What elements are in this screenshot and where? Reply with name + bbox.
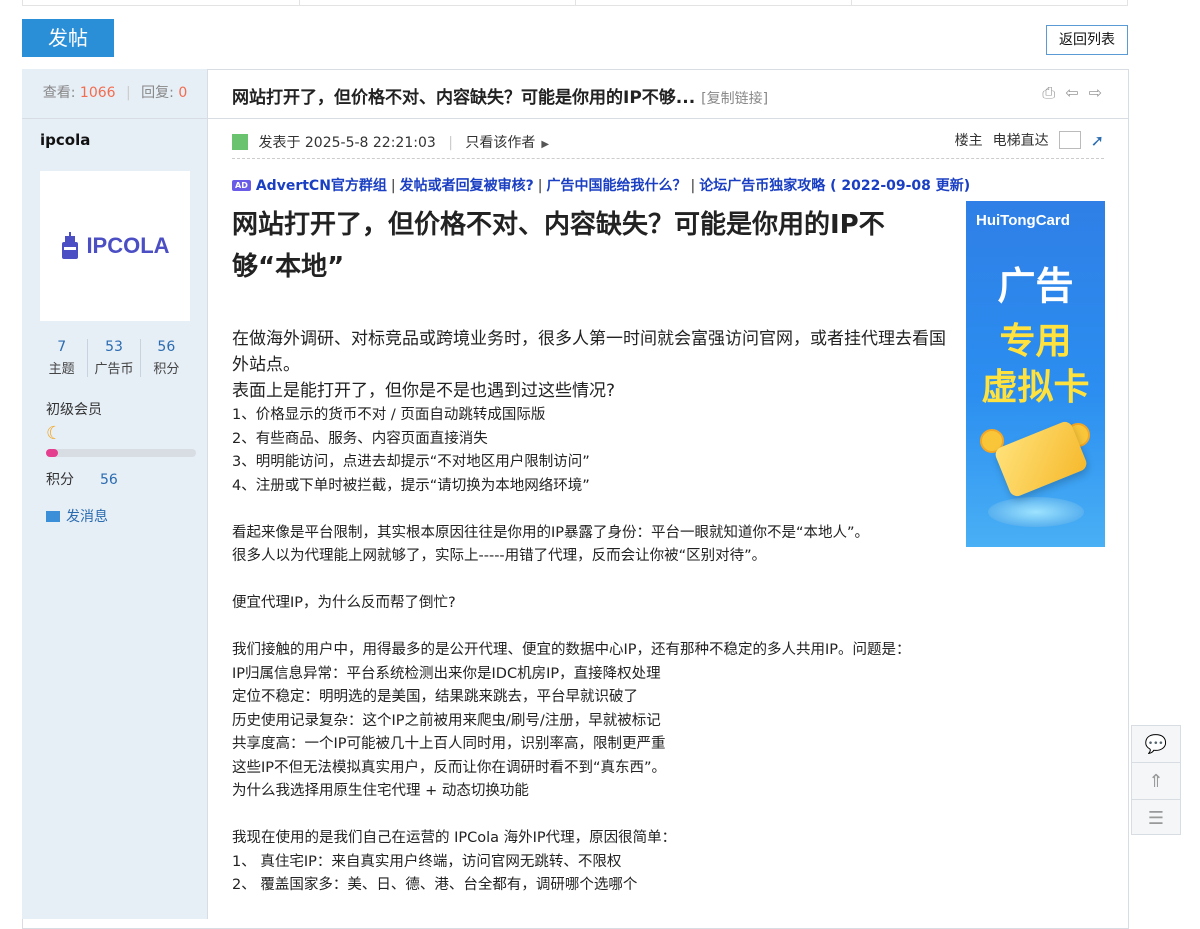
intro-question: 表面上是能打开了，但你是不是也遇到过这些情况? bbox=[232, 381, 616, 401]
stat-coins[interactable]: 53 广告币 bbox=[88, 339, 141, 377]
copy-link-button[interactable]: [复制链接] bbox=[701, 91, 768, 107]
post-time: 发表于 2025-5-8 22:21:03 bbox=[258, 135, 436, 151]
paragraph-line: 为什么我选择用原生住宅代理 + 动态切换功能 bbox=[232, 783, 529, 799]
list-item: 4、注册或下单时被拦截，提示“请切换为本地网络环境” bbox=[232, 477, 590, 494]
stat-threads[interactable]: 7 主题 bbox=[36, 339, 89, 377]
thread-title-bar: 网站打开了，但价格不对、内容缺失？可能是你用的IP不够... [复制链接] ⎙ ⇦… bbox=[208, 69, 1128, 119]
prev-thread-icon[interactable]: ⇦ bbox=[1065, 83, 1078, 103]
top-table-edge bbox=[22, 0, 1128, 6]
replies-count: 0 bbox=[178, 85, 188, 101]
list-item: 2、有些商品、服务、内容页面直接消失 bbox=[232, 430, 488, 447]
go-arrow-icon[interactable]: ➚ bbox=[1091, 131, 1104, 150]
paragraph-line: 很多人以为代理能上网就够了，实际上-----用错了代理，反而会让你被“区别对待”… bbox=[232, 548, 767, 564]
views-label: 查看: bbox=[42, 85, 76, 101]
ad-badge-icon: AD bbox=[232, 180, 251, 191]
forum-links: AD AdvertCN官方群组 | 发帖或者回复被审核? | 广告中国能给我什么？ | 论坛广… bbox=[232, 175, 970, 195]
link-benefits[interactable]: 广告中国能给我什么？ bbox=[546, 178, 686, 194]
paragraph-line: 定位不稳定：明明选的是美国，结果跳来跳去，平台早就识破了 bbox=[232, 689, 638, 705]
floor-jump-input[interactable] bbox=[1058, 131, 1081, 149]
author-name[interactable]: ipcola bbox=[40, 131, 90, 149]
next-thread-icon[interactable]: ⇨ bbox=[1089, 83, 1102, 103]
paragraph-line: 共享度高：一个IP可能被几十上百人同时用，识别率高，限制更严重 bbox=[232, 736, 666, 752]
replies-label: 回复: bbox=[141, 85, 174, 101]
paragraph-line: 我现在使用的是我们自己在运营的 IPCola 海外IP代理，原因很简单： bbox=[232, 830, 677, 846]
send-message-link[interactable]: 发消息 bbox=[46, 506, 108, 526]
thread-title: 网站打开了，但价格不对、内容缺失？可能是你用的IP不够... bbox=[232, 88, 696, 108]
link-coin-guide[interactable]: 论坛广告币独家攻略 ( 2022-09-08 更新) bbox=[699, 178, 970, 194]
paragraph-line: IP归属信息异常：平台系统检测出来你是IDC机房IP，直接降权处理 bbox=[232, 665, 661, 682]
comment-icon[interactable]: 💬 bbox=[1132, 726, 1180, 763]
moon-icon: ☾ bbox=[46, 423, 63, 444]
caret-right-icon: ▶ bbox=[541, 139, 550, 150]
section-heading: 便宜代理IP，为什么反而帮了倒忙? bbox=[232, 595, 456, 611]
floor-label: 楼主 bbox=[954, 133, 983, 149]
credit-card-icon bbox=[993, 419, 1089, 499]
post-headline: 网站打开了，但价格不对、内容缺失？可能是你用的IP不够“本地” bbox=[232, 210, 885, 282]
member-level[interactable]: 初级会员 bbox=[46, 399, 102, 419]
elevator-label: 电梯直达 bbox=[992, 133, 1049, 149]
link-review[interactable]: 发帖或者回复被审核? bbox=[400, 178, 534, 194]
level-progress-bar bbox=[46, 449, 196, 457]
list-item: 1、价格显示的货币不对 / 页面自动跳转成国际版 bbox=[232, 407, 546, 423]
ad-platform bbox=[988, 497, 1084, 527]
post-meta: 发表于 2025-5-8 22:21:03 | 只看该作者 ▶ 楼主 电梯直达 ➚ bbox=[232, 128, 1104, 159]
intro-paragraph: 在做海外调研、对标竞品或跨境业务时，很多人第一时间就会富强访问官网，或者挂代理去… bbox=[232, 329, 946, 375]
envelope-icon bbox=[46, 511, 60, 522]
author-online-icon bbox=[232, 134, 248, 150]
paragraph-line: 历史使用记录复杂：这个IP之前被用来爬虫/刷号/注册，早就被标记 bbox=[232, 712, 661, 729]
thread-stats: 查看: 1066 | 回复: 0 bbox=[22, 69, 208, 119]
print-icon[interactable]: ⎙ bbox=[1042, 83, 1055, 103]
stat-points[interactable]: 56 积分 bbox=[141, 339, 192, 377]
cola-cup-icon bbox=[62, 232, 79, 259]
ad-brand: HuiTongCard bbox=[976, 212, 1070, 229]
views-count: 1066 bbox=[79, 85, 116, 101]
link-official-group[interactable]: AdvertCN官方群组 bbox=[256, 178, 387, 194]
ipcola-logo: IPCOLA bbox=[60, 232, 170, 260]
paragraph-line: 2、 覆盖国家多：美、日、德、港、台全都有，调研哪个选哪个 bbox=[232, 877, 638, 893]
only-author-link[interactable]: 只看该作者 bbox=[465, 135, 535, 151]
avatar[interactable]: IPCOLA bbox=[40, 171, 190, 321]
list-item: 3、明明能访问，点进去却提示“不对地区用户限制访问” bbox=[232, 454, 590, 470]
post-body: 在做海外调研、对标竞品或跨境业务时，很多人第一时间就会富强访问官网，或者挂代理去… bbox=[232, 326, 992, 898]
back-to-list-button[interactable]: 返回列表 bbox=[1046, 25, 1128, 55]
list-icon[interactable]: ☰ bbox=[1132, 800, 1180, 836]
floating-toolbar: 💬 ⇑ ☰ bbox=[1131, 725, 1181, 835]
author-stats: 7 主题 53 广告币 56 积分 bbox=[36, 339, 192, 377]
paragraph-line: 看起来像是平台限制，其实根本原因往往是你用的IP暴露了身份：平台一眼就知道你不是… bbox=[232, 524, 870, 541]
new-post-button[interactable]: 发帖 bbox=[22, 19, 114, 57]
paragraph-line: 这些IP不但无法模拟真实用户，反而让你在调研时看不到“真东西”。 bbox=[232, 759, 667, 776]
points-row: 积分 56 bbox=[46, 472, 118, 488]
back-to-top-icon[interactable]: ⇑ bbox=[1132, 763, 1180, 800]
paragraph-line: 我们接触的用户中，用得最多的是公开代理、便宜的数据中心IP，还有那种不稳定的多人… bbox=[232, 642, 911, 658]
paragraph-line: 1、 真住宅IP：来自真实用户终端，访问官网无跳转、不限权 bbox=[232, 853, 622, 870]
ad-line1: 广告 bbox=[997, 264, 1074, 308]
